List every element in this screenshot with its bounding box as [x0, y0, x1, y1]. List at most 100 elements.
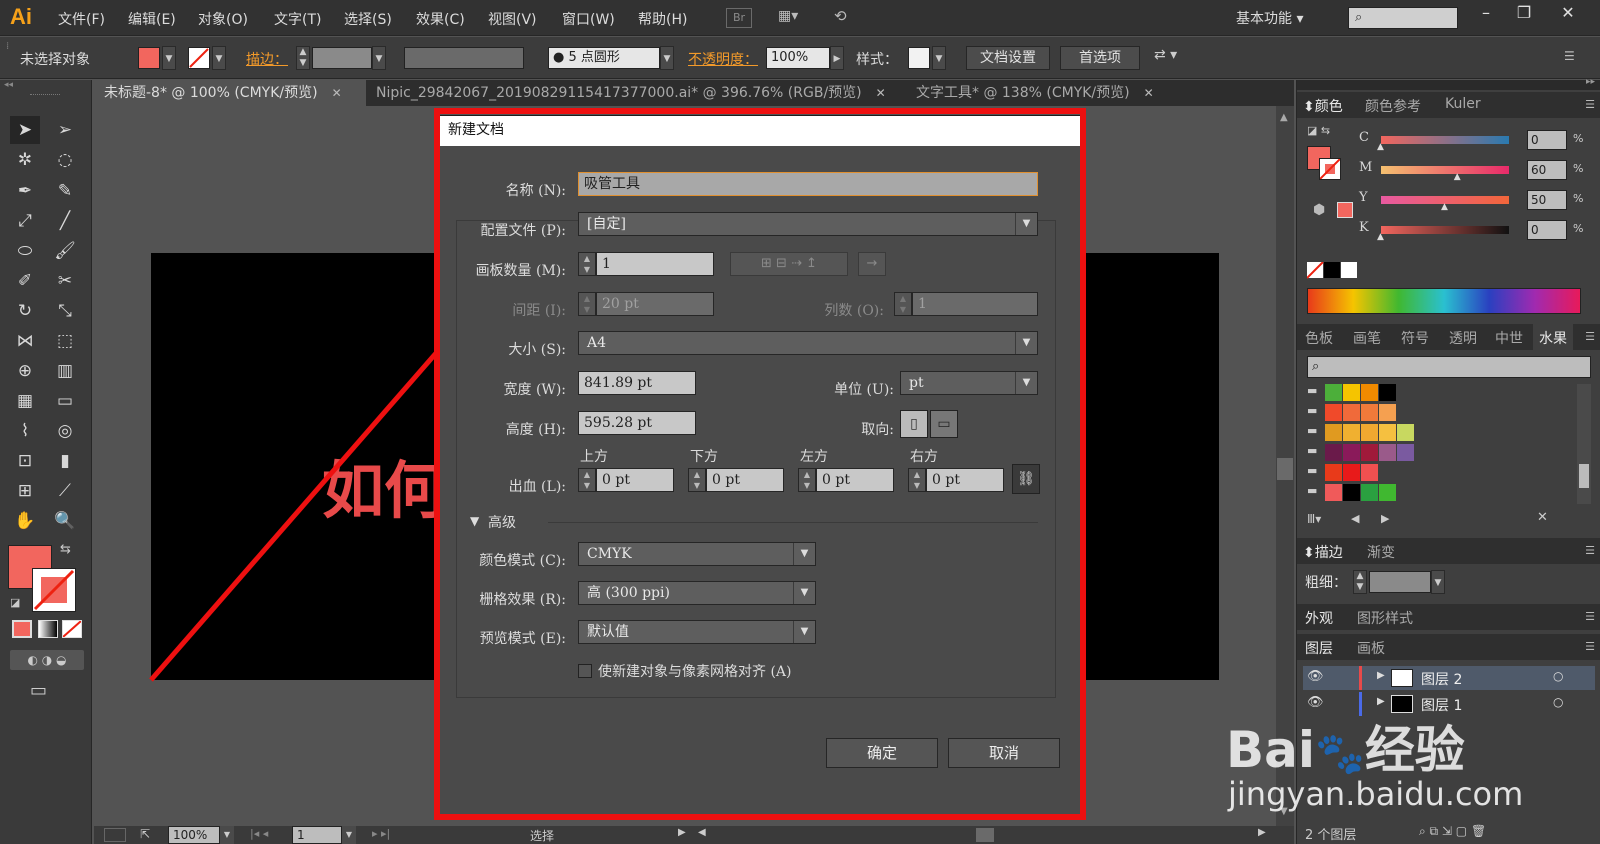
columns-stepper[interactable]: ▲ ▼ — [894, 292, 912, 316]
swatch[interactable] — [1361, 464, 1378, 481]
align-pixel-label[interactable]: 使新建对象与像素网格对齐 (A) — [598, 661, 791, 681]
swatch[interactable] — [1379, 404, 1396, 421]
target-icon[interactable]: ○ — [1553, 695, 1563, 709]
swatch[interactable] — [1325, 424, 1342, 441]
bleed-left-stepper[interactable]: ▲ ▼ — [798, 468, 816, 492]
scroll-left-icon[interactable]: ◀ — [698, 827, 706, 838]
tab-appearance[interactable]: 外观 — [1305, 608, 1333, 628]
name-input[interactable]: 吸管工具 — [578, 172, 1038, 196]
layer-row[interactable]: 👁 ▶ 图层 2 ○ — [1303, 666, 1595, 690]
bleed-bottom-input[interactable]: 0 pt — [706, 468, 784, 492]
tab-artboards[interactable]: 画板 — [1357, 638, 1385, 658]
swatch[interactable] — [1343, 464, 1360, 481]
units-select[interactable]: pt ▼ — [900, 371, 1038, 395]
channel-input-y[interactable]: 50 — [1527, 190, 1567, 210]
landscape-icon[interactable]: ▭ — [930, 410, 958, 438]
bleed-right-stepper[interactable]: ▲ ▼ — [908, 468, 926, 492]
tab-transparency[interactable]: 透明 — [1449, 328, 1477, 348]
swatch[interactable] — [1397, 444, 1414, 461]
columns-input[interactable]: 1 — [912, 292, 1038, 316]
preview-mode-select[interactable]: 默认值 ▼ — [578, 620, 816, 644]
color-stroke-icon[interactable] — [1319, 158, 1341, 180]
folder-icon[interactable]: ▬ — [1307, 384, 1317, 397]
visibility-icon[interactable]: 👁 — [1307, 695, 1324, 710]
last-artboard-icon[interactable]: ▸ ▸| — [372, 827, 390, 840]
first-artboard-icon[interactable]: |◂ ◂ — [250, 827, 268, 840]
scroll-thumb[interactable] — [1277, 458, 1293, 480]
link-icon[interactable]: ⛓ — [1012, 464, 1040, 494]
tab-symbols[interactable]: 符号 — [1401, 328, 1429, 348]
folder-icon[interactable]: ▬ — [1307, 404, 1317, 417]
swatch[interactable] — [1343, 444, 1360, 461]
swatch[interactable] — [1325, 384, 1342, 401]
tab-layers[interactable]: 图层 — [1305, 638, 1333, 658]
swatch[interactable] — [1325, 444, 1342, 461]
stroke-weight-input[interactable] — [1369, 571, 1431, 593]
swatch[interactable] — [1379, 384, 1396, 401]
swatch-search-input[interactable]: ⌕ — [1307, 356, 1591, 378]
swatch[interactable] — [1325, 484, 1342, 501]
tab-fruit[interactable]: 水果 — [1533, 324, 1573, 350]
ok-button[interactable]: 确定 — [826, 738, 938, 768]
spacing-input[interactable]: 20 pt — [596, 292, 714, 316]
spacing-stepper[interactable]: ▲ ▼ — [578, 292, 596, 316]
panel-menu-icon[interactable]: ☰ — [1585, 640, 1595, 653]
color-mode-select[interactable]: CMYK ▼ — [578, 542, 816, 566]
arrow-right-icon[interactable]: → — [858, 252, 886, 276]
bleed-top-stepper[interactable]: ▲ ▼ — [578, 468, 596, 492]
swatch[interactable] — [1397, 424, 1414, 441]
tools-icon[interactable]: ✕ — [1537, 510, 1548, 525]
artboards-stepper[interactable]: ▲ ▼ — [578, 252, 596, 276]
slider-thumb-icon[interactable]: ▲ — [1441, 202, 1448, 212]
channel-slider-k[interactable] — [1381, 226, 1509, 234]
artboard-number-input[interactable]: 1 — [292, 826, 342, 844]
artboards-input[interactable]: 1 — [596, 252, 714, 276]
swatch-scrollbar[interactable] — [1577, 384, 1591, 504]
target-icon[interactable]: ○ — [1553, 669, 1563, 683]
zoom-dropdown[interactable]: ▼ — [220, 826, 234, 844]
swatch-library-icon[interactable]: Ⅲ▾ — [1307, 512, 1321, 526]
artboard-layout-icons[interactable]: ⊞ ⊟ ⇢ ↥ — [730, 252, 848, 276]
artboard-dropdown[interactable]: ▼ — [342, 826, 356, 844]
align-pixel-checkbox[interactable] — [578, 664, 592, 678]
portrait-icon[interactable]: ▯ — [900, 410, 928, 438]
visibility-icon[interactable]: 👁 — [1307, 669, 1324, 684]
swatch[interactable] — [1379, 444, 1396, 461]
prev-library-icon[interactable]: ◀ — [1351, 512, 1359, 525]
layer-name[interactable]: 图层 2 — [1421, 669, 1462, 689]
scroll-up-icon[interactable]: ▲ — [1280, 112, 1288, 123]
horizontal-scroll-thumb[interactable] — [976, 828, 994, 842]
channel-input-c[interactable]: 0 — [1527, 130, 1567, 150]
width-input[interactable]: 841.89 pt — [578, 371, 696, 395]
tab-graphic-styles[interactable]: 图形样式 — [1357, 608, 1413, 628]
stroke-weight-dropdown[interactable]: ▼ — [1431, 570, 1445, 594]
out-of-gamut-swatch[interactable] — [1337, 202, 1353, 218]
tab-swatches[interactable]: 色板 — [1305, 328, 1333, 348]
status-menu-icon[interactable]: ▶ — [678, 827, 686, 838]
slider-thumb-icon[interactable]: ▲ — [1454, 172, 1461, 182]
swatch[interactable] — [1361, 404, 1378, 421]
tab-gradient[interactable]: 渐变 — [1367, 542, 1395, 562]
swatch[interactable] — [1379, 424, 1396, 441]
tab-color[interactable]: ⬍颜色 — [1303, 96, 1343, 116]
folder-icon[interactable]: ▬ — [1307, 444, 1317, 457]
stroke-weight-stepper[interactable]: ▲ ▼ — [1353, 570, 1367, 594]
swatch[interactable] — [1325, 404, 1342, 421]
panel-menu-icon[interactable]: ☰ — [1585, 330, 1595, 343]
tab-medieval[interactable]: 中世 — [1495, 328, 1523, 348]
slider-thumb-icon[interactable]: ▲ — [1377, 142, 1384, 152]
swatch[interactable] — [1361, 444, 1378, 461]
swatch[interactable] — [1343, 404, 1360, 421]
folder-icon[interactable]: ▬ — [1307, 464, 1317, 477]
folder-icon[interactable]: ▬ — [1307, 484, 1317, 497]
advanced-toggle-icon[interactable]: ▼ — [470, 514, 479, 528]
artboard-nav-icon[interactable] — [104, 828, 126, 842]
height-input[interactable]: 595.28 pt — [578, 411, 696, 435]
expand-icon[interactable]: ▶ — [1377, 670, 1385, 681]
cancel-button[interactable]: 取消 — [948, 738, 1060, 768]
channel-input-m[interactable]: 60 — [1527, 160, 1567, 180]
none-black-white-swatches[interactable] — [1306, 261, 1361, 280]
swatch[interactable] — [1343, 484, 1360, 501]
expand-icon[interactable]: ▶ — [1377, 696, 1385, 707]
bleed-left-input[interactable]: 0 pt — [816, 468, 894, 492]
